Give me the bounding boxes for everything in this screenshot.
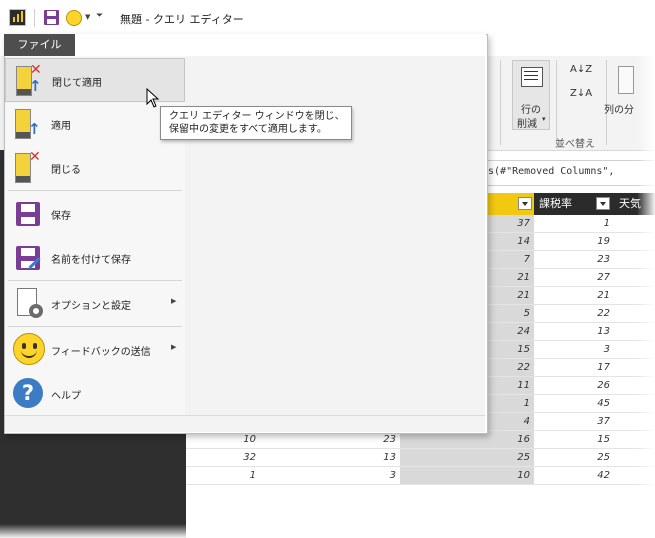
tooltip-line-2: 保留中の変更をすべて適用します。 xyxy=(169,124,327,135)
help-item[interactable]: ? ヘルプ xyxy=(5,372,185,416)
table-cell[interactable]: 23 xyxy=(534,251,614,269)
apply-item[interactable]: ↑ 適用 xyxy=(5,102,185,146)
help-label: ヘルプ xyxy=(51,391,81,402)
sort-ascending-button[interactable]: A↓Z xyxy=(570,64,592,75)
save-item[interactable]: 保存 xyxy=(5,192,185,236)
save-icon xyxy=(16,202,40,226)
table-cell[interactable]: 37 xyxy=(534,413,614,431)
ribbon-divider xyxy=(556,60,557,145)
tooltip-line-1: クエリ エディター ウィンドウを閉じ、 xyxy=(169,111,345,122)
table-cell[interactable]: 13 xyxy=(534,323,614,341)
table-cell[interactable]: 17 xyxy=(534,359,614,377)
sort-group-label: 並べ替え xyxy=(555,139,595,150)
save-as-item[interactable]: 名前を付けて保存 xyxy=(5,236,185,280)
close-icon: ✕ xyxy=(30,62,42,78)
table-cell[interactable]: 26 xyxy=(534,377,614,395)
split-column-icon xyxy=(618,66,634,94)
chevron-down-icon: ▾ xyxy=(542,115,546,123)
save-as-label: 名前を付けて保存 xyxy=(51,255,131,266)
close-and-apply-label: 閉じて適用 xyxy=(52,78,102,89)
table-cell[interactable]: 21 xyxy=(534,287,614,305)
formula-text[interactable]: es(#"Removed Columns", xyxy=(482,166,614,177)
save-icon[interactable] xyxy=(44,10,59,25)
apply-arrow-icon: ↑ xyxy=(29,77,42,95)
table-rows-icon xyxy=(521,67,543,87)
options-settings-item[interactable]: オプションと設定 ▶ xyxy=(5,282,185,326)
smile-icon xyxy=(13,333,45,365)
table-cell[interactable]: 45 xyxy=(534,395,614,413)
table-cell[interactable]: 19 xyxy=(534,233,614,251)
table-cell[interactable]: 15 xyxy=(534,431,614,449)
table-cell[interactable]: 25 xyxy=(534,449,614,467)
close-icon: ✕ xyxy=(29,149,41,165)
title-separator xyxy=(34,9,35,27)
table-cell[interactable]: 1 xyxy=(534,215,614,233)
title-bar: ▼ ⏷ 無題 - クエリ エディター xyxy=(0,0,655,37)
chevron-down-icon[interactable]: ▼ xyxy=(85,13,90,21)
save-label: 保存 xyxy=(51,211,71,222)
column-filter-dropdown-icon[interactable] xyxy=(596,197,610,210)
file-menu-footer xyxy=(5,415,485,432)
power-bi-logo-icon xyxy=(9,9,26,26)
feedback-smile-icon[interactable] xyxy=(66,10,82,26)
sort-descending-button[interactable]: Z↓A xyxy=(570,88,592,99)
help-icon: ? xyxy=(13,378,43,408)
apply-label: 適用 xyxy=(51,121,71,132)
table-cell[interactable]: 1 xyxy=(186,467,260,485)
table-cell[interactable]: 22 xyxy=(534,305,614,323)
close-label: 閉じる xyxy=(51,165,81,176)
menu-divider xyxy=(8,326,182,327)
reduce-rows-label-2: 削減 xyxy=(517,119,537,130)
table-cell[interactable]: 27 xyxy=(534,269,614,287)
close-item[interactable]: ✕ 閉じる xyxy=(5,146,185,190)
gear-icon xyxy=(29,304,43,318)
column-filter-dropdown-icon[interactable] xyxy=(518,197,532,210)
ribbon-divider xyxy=(500,60,501,145)
file-tab-bar xyxy=(4,34,486,56)
send-feedback-item[interactable]: フィードバックの送信 ▶ xyxy=(5,328,185,372)
table-cell[interactable]: 3 xyxy=(534,341,614,359)
table-cell[interactable]: 13 xyxy=(260,449,400,467)
apply-arrow-icon: ↑ xyxy=(28,120,41,138)
chevron-right-icon: ▶ xyxy=(171,297,177,305)
chevron-right-icon: ▶ xyxy=(171,343,177,351)
split-column-button[interactable]: 列の分 xyxy=(604,101,634,116)
menu-divider xyxy=(8,190,182,191)
table-cell[interactable]: 10 xyxy=(400,467,534,485)
table-cell[interactable]: 3 xyxy=(260,467,400,485)
send-feedback-label: フィードバックの送信 xyxy=(51,347,151,358)
menu-divider xyxy=(8,280,182,281)
file-tab[interactable]: ファイル xyxy=(4,34,75,56)
edge-fade-bottom xyxy=(0,524,655,538)
table-cell[interactable]: 42 xyxy=(534,467,614,485)
window-title: 無題 - クエリ エディター xyxy=(120,13,244,26)
edge-fade xyxy=(637,0,655,538)
options-settings-label: オプションと設定 xyxy=(51,301,131,312)
quick-access-customize-icon[interactable]: ⏷ xyxy=(96,11,103,21)
reduce-rows-label-1: 行の xyxy=(521,105,541,116)
query-editor-window: ▼ ⏷ 無題 - クエリ エディター e s 行の 削減 ▾ A↓Z Z↓A 並… xyxy=(0,0,655,538)
table-cell[interactable]: 25 xyxy=(400,449,534,467)
table-cell[interactable]: 32 xyxy=(186,449,260,467)
tooltip: クエリ エディター ウィンドウを閉じ、 保留中の変更をすべて適用します。 xyxy=(160,106,352,140)
